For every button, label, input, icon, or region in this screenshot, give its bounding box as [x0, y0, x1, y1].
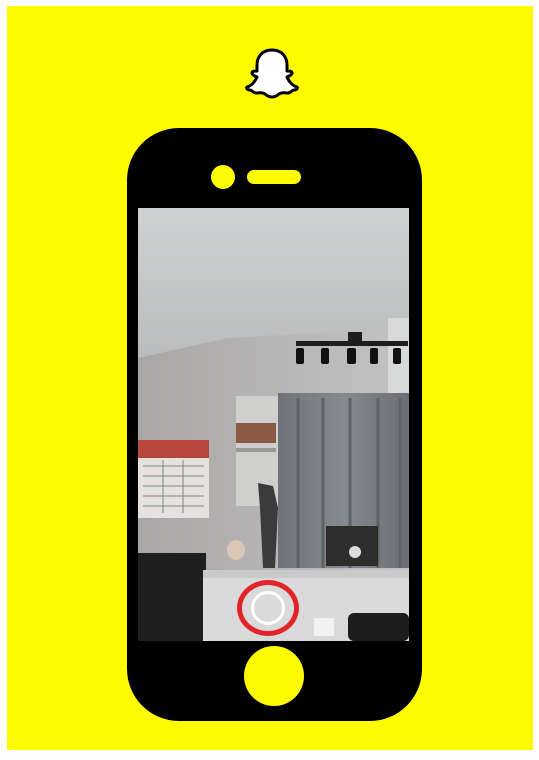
camera-scene-image [138, 208, 409, 641]
phone-speaker [247, 170, 301, 184]
capture-button[interactable] [237, 580, 299, 636]
front-camera-dot [211, 165, 235, 189]
home-button[interactable] [244, 646, 304, 706]
shutter-icon [251, 591, 285, 625]
camera-preview [138, 208, 409, 641]
ghost-icon [245, 48, 299, 99]
